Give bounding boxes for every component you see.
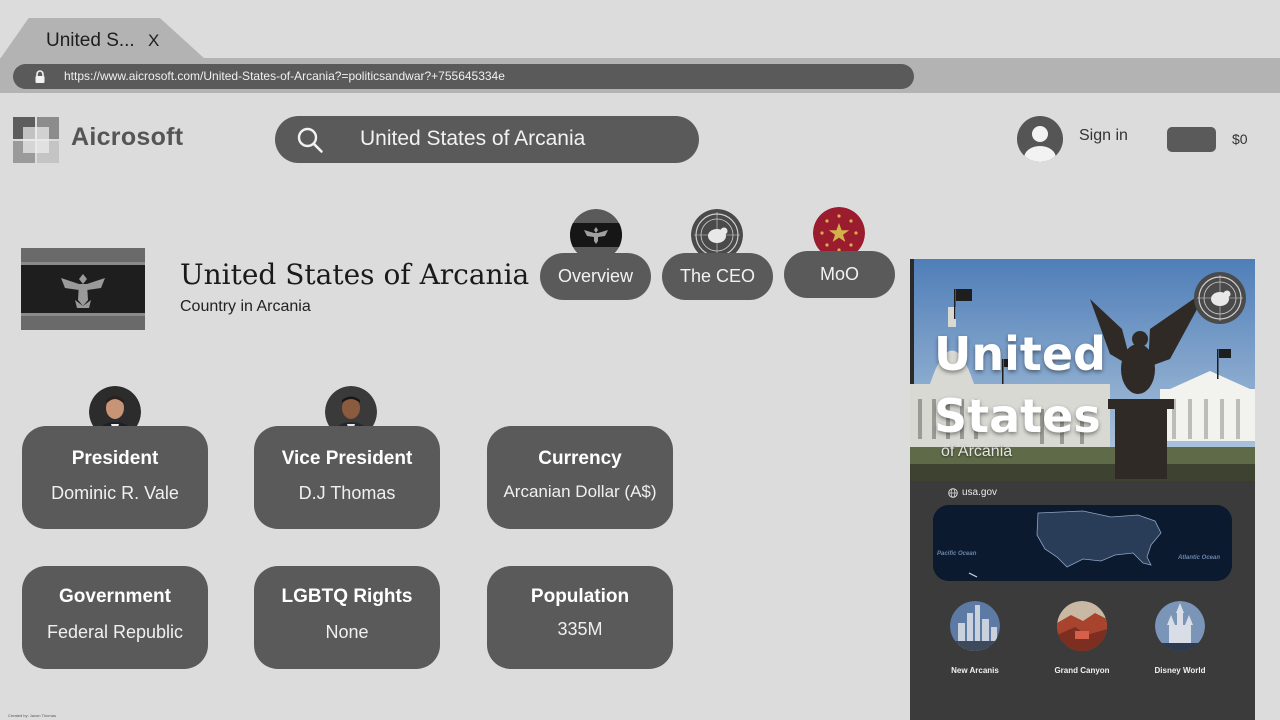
tab-the-ceo[interactable]: The CEO (662, 253, 773, 300)
castle-thumbnail (1155, 601, 1205, 651)
aicrosoft-logo-icon[interactable] (13, 117, 59, 163)
card-value: Dominic R. Vale (51, 483, 179, 503)
seal-icon (1194, 272, 1246, 324)
balance-amount: $0 (1232, 131, 1248, 147)
place-grand-canyon[interactable]: Grand Canyon (1042, 601, 1122, 675)
card-value: None (325, 622, 369, 642)
card-value: Arcanian Dollar (A$) (503, 482, 657, 501)
globe-icon (948, 488, 958, 498)
map-label-east: Atlantic Ocean (1178, 555, 1221, 561)
card-value: 335M (557, 619, 603, 639)
lgbtq-rights-card[interactable]: LGBTQ Rights None (254, 566, 440, 669)
search-input[interactable]: United States of Arcania (360, 127, 585, 151)
user-avatar-icon[interactable] (1017, 116, 1063, 162)
country-map[interactable]: Pacific Ocean Atlantic Ocean (933, 505, 1232, 581)
card-label: Vice President (281, 448, 413, 469)
place-new-arcanis[interactable]: New Arcanis (935, 601, 1015, 675)
wallet-icon[interactable] (1167, 127, 1216, 152)
card-value: D.J Thomas (298, 483, 396, 503)
place-name: New Arcanis (951, 666, 999, 675)
logo-text[interactable]: Aicrosoft (71, 123, 183, 152)
card-label: Government (59, 586, 171, 607)
hero-title: United States (934, 327, 1106, 443)
president-card[interactable]: President Dominic R. Vale (22, 426, 208, 529)
tab-close-button[interactable]: X (148, 31, 159, 51)
map-label-west: Pacific Ocean (937, 551, 977, 557)
tab-title[interactable]: United S... (46, 30, 135, 52)
map-graphic (933, 505, 1232, 581)
place-name: Grand Canyon (1054, 666, 1110, 675)
lock-icon (35, 70, 45, 83)
card-label: President (71, 448, 159, 469)
country-info-panel: United States of Arcania usa.gov Pacific… (910, 259, 1255, 720)
currency-card[interactable]: Currency Arcanian Dollar (A$) (487, 426, 673, 529)
government-card[interactable]: Government Federal Republic (22, 566, 208, 669)
city-skyline-thumbnail (950, 601, 1000, 651)
tab-moo[interactable]: MoO (784, 251, 895, 298)
credit-text: Created by: Jaxon Thomas (8, 713, 56, 718)
card-label: Currency (538, 448, 622, 469)
page-title: United States of Arcania (180, 258, 530, 291)
sign-in-link[interactable]: Sign in (1079, 127, 1128, 145)
population-card[interactable]: Population 335M (487, 566, 673, 669)
card-label: Population (530, 586, 630, 607)
vice-president-card[interactable]: Vice President D.J Thomas (254, 426, 440, 529)
place-name: Disney World (1154, 666, 1206, 675)
card-value: Federal Republic (46, 622, 184, 642)
country-flag (21, 248, 145, 330)
card-label: LGBTQ Rights (281, 586, 413, 607)
hero-subtitle: of Arcania (941, 443, 1013, 460)
url-text[interactable]: https://www.aicrosoft.com/United-States-… (64, 69, 505, 83)
place-disney-world[interactable]: Disney World (1140, 601, 1220, 675)
search-icon[interactable] (296, 126, 324, 154)
canyon-thumbnail (1057, 601, 1107, 651)
tab-overview[interactable]: Overview (540, 253, 651, 300)
page-subtitle: Country in Arcania (180, 298, 311, 315)
website-link[interactable]: usa.gov (962, 487, 997, 498)
